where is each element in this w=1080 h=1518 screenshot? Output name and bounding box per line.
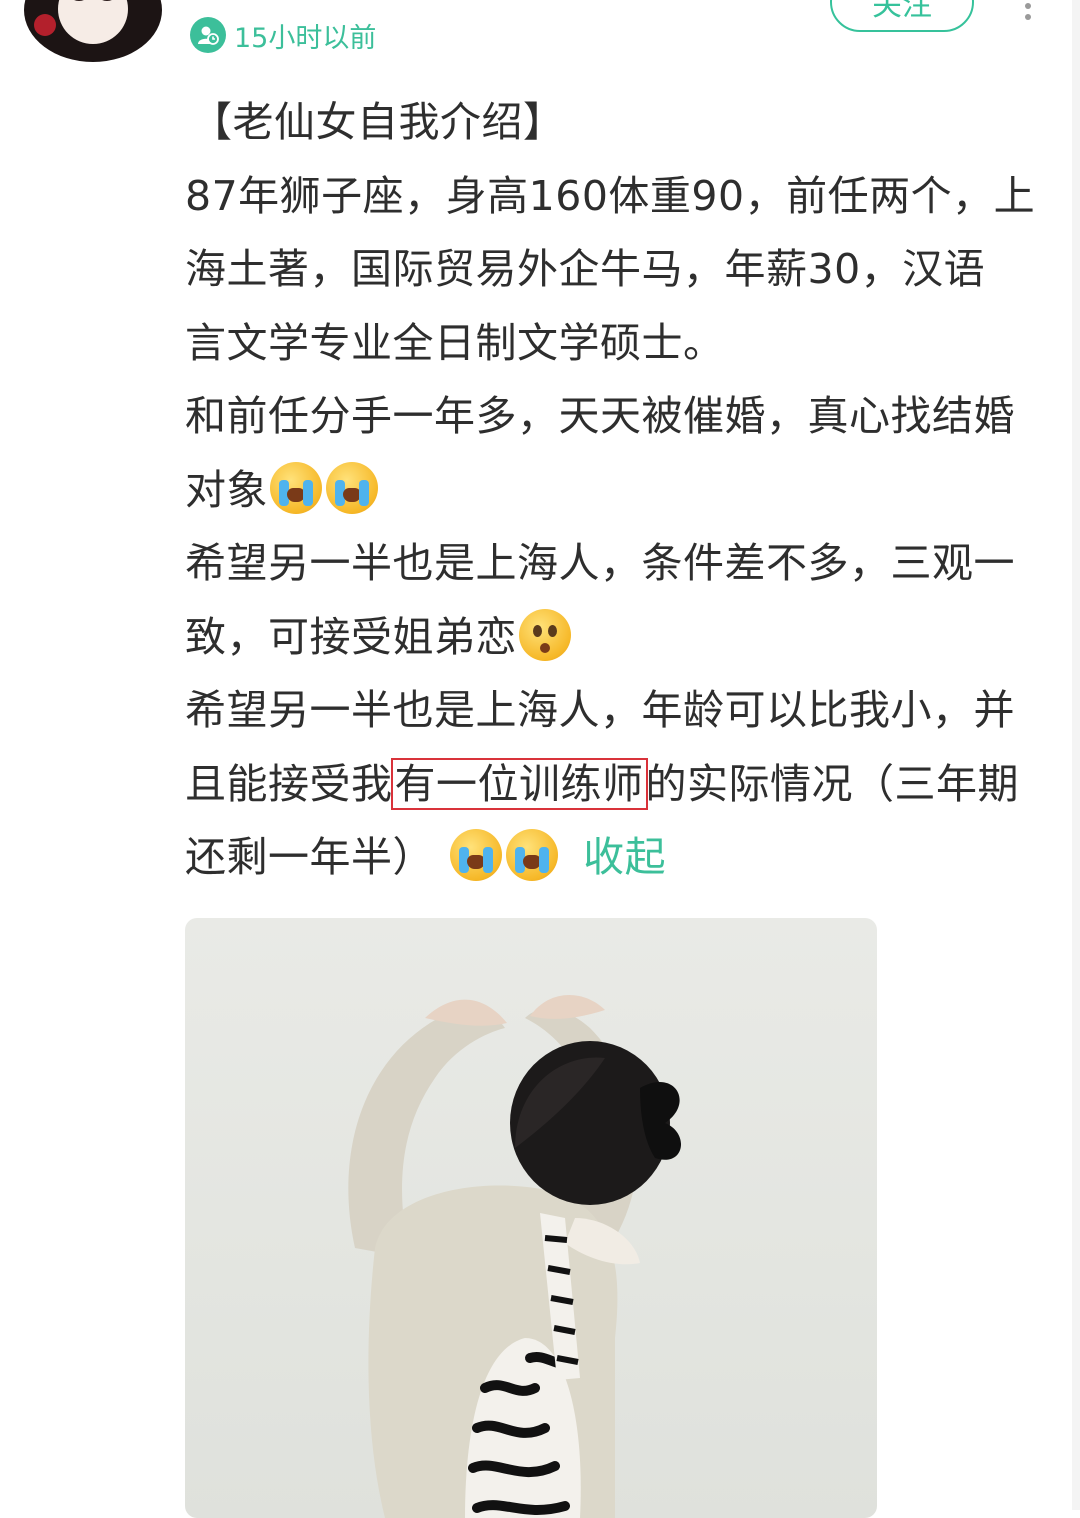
photo-illustration [348, 994, 682, 1518]
flushed-face-emoji [519, 608, 571, 661]
scroll-edge [1072, 0, 1080, 1510]
user-clock-icon [190, 17, 226, 53]
loudly-crying-face-emoji [505, 829, 558, 881]
post-line: 87年狮子座，身高160体重90，前任两个，上 [185, 171, 1036, 220]
post-line-text: 的实际情况（三年期 [645, 759, 1019, 808]
post-line: 海土著，国际贸易外企牛马，年薪30，汉语 [185, 245, 986, 293]
post-line-text: 对象 [185, 465, 268, 514]
post-title: 【老仙女自我介绍】 [191, 98, 565, 146]
avatar-flower [34, 14, 56, 36]
more-vertical-icon[interactable] [1018, 0, 1038, 20]
avatar-face [58, 0, 128, 44]
avatar[interactable] [24, 0, 162, 62]
post-line: 对象 [185, 454, 1047, 528]
post-meta: 15小时以前 [190, 14, 376, 56]
post-line: 言文学专业全日制文学硕士。 [185, 318, 725, 367]
post-line-text: 且能接受我 [185, 759, 393, 808]
follow-button[interactable]: 关注 [830, 0, 974, 32]
post-line: 希望另一半也是上海人，年龄可以比我小，并 [185, 686, 1015, 734]
post-line: 希望另一半也是上海人，条件差不多，三观一 [185, 539, 1015, 587]
highlighted-phrase: 有一位训练师 [390, 757, 648, 810]
post-line: 且能接受我有一位训练师的实际情况（三年期 [185, 748, 1047, 822]
loudly-crying-face-emoji [270, 461, 322, 514]
post-line: 还剩一年半） 收起 [185, 821, 1047, 895]
post-line: 和前任分手一年多，天天被催婚，真心找结婚 [185, 392, 1015, 440]
post-photo[interactable] [185, 918, 877, 1518]
post-time: 15小时以前 [234, 22, 377, 54]
loudly-crying-face-emoji [449, 829, 502, 881]
post-line-text: 还剩一年半） [185, 833, 434, 881]
post-line: 致，可接受姐弟恋 [185, 601, 1047, 675]
collapse-link[interactable]: 收起 [583, 833, 666, 881]
loudly-crying-face-emoji [326, 461, 378, 514]
post-body: 【老仙女自我介绍】 87年狮子座，身高160体重90，前任两个，上 海土著，国际… [185, 86, 1047, 895]
post-line-text: 致，可接受姐弟恋 [185, 612, 517, 661]
